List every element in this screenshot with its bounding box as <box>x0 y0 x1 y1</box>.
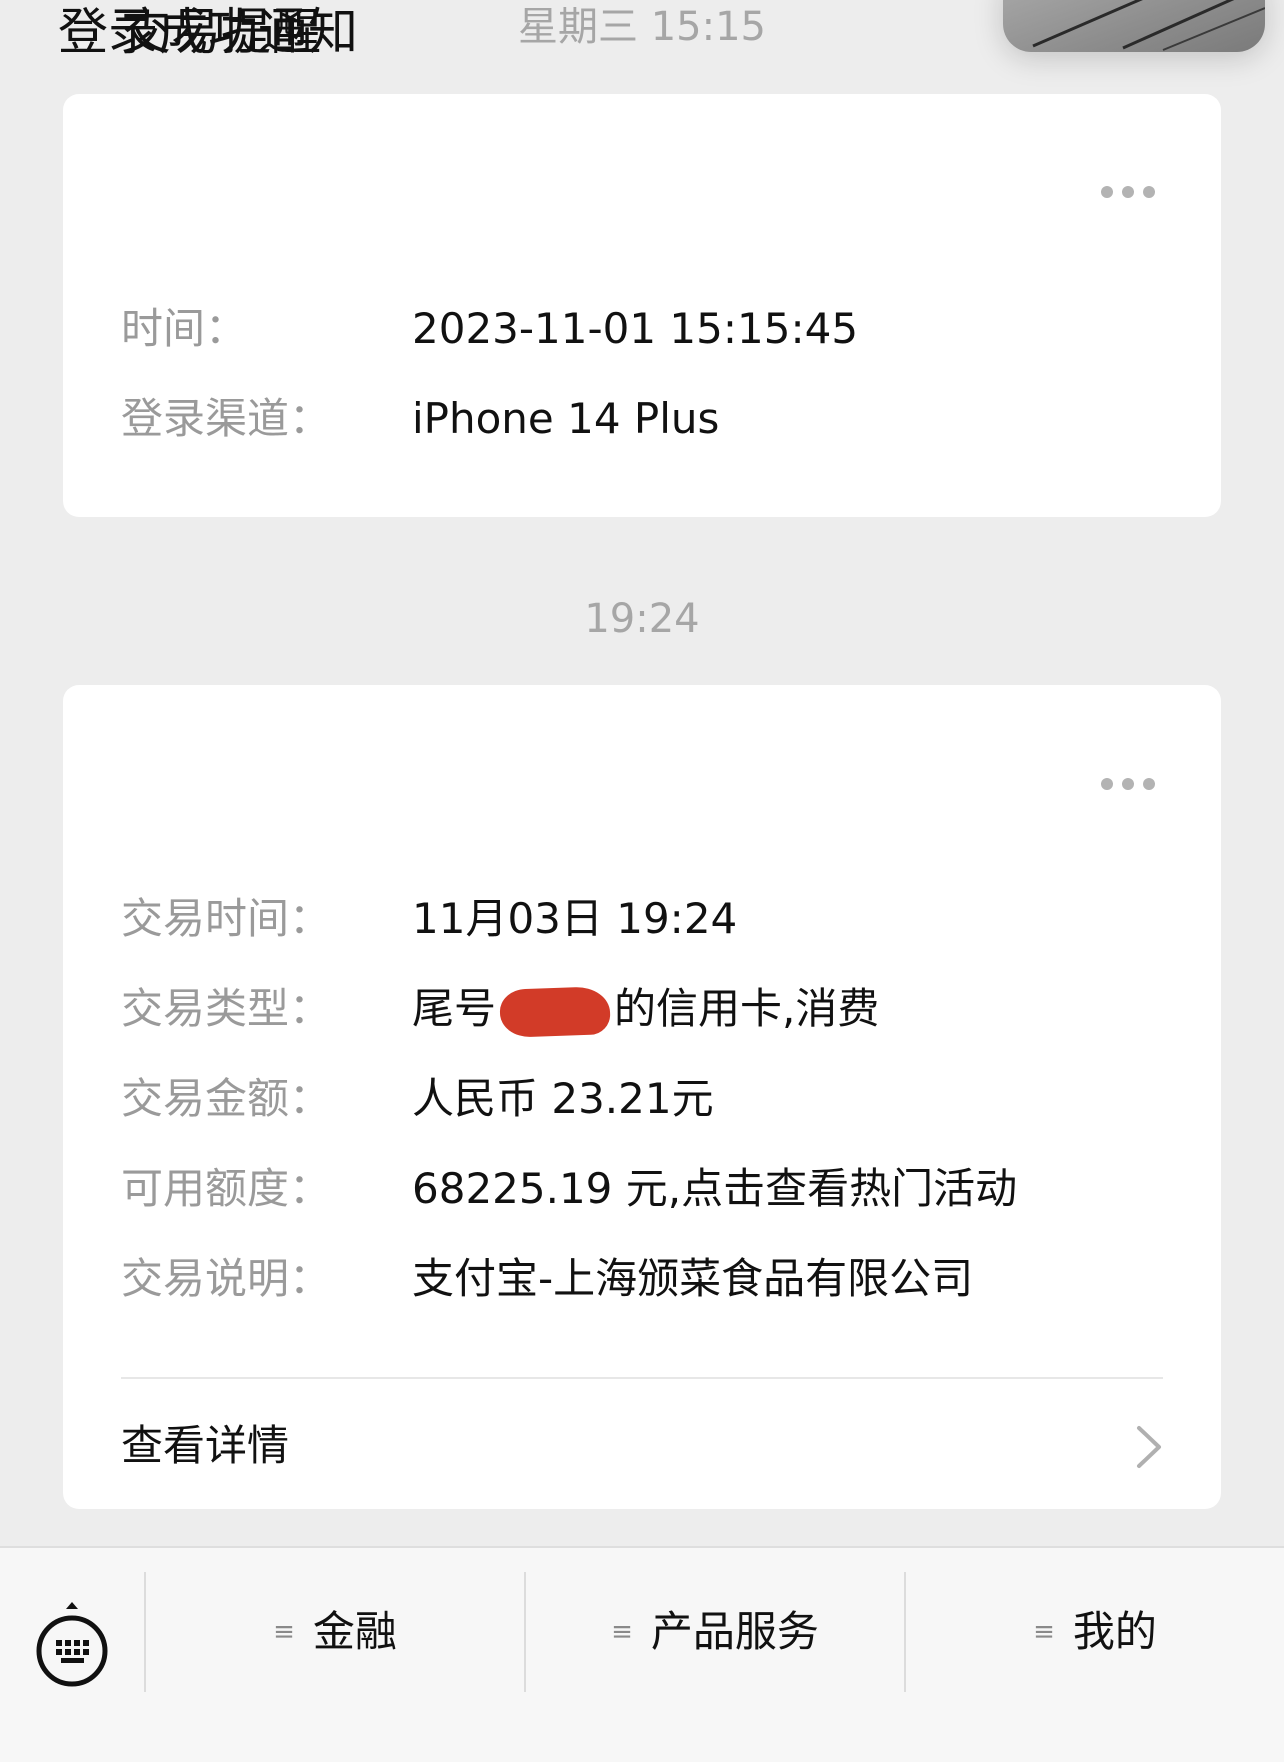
floating-video-thumbnail[interactable] <box>1003 0 1265 52</box>
card-tail-suffix: 的信用卡,消费 <box>614 984 880 1033</box>
menu-label-products: 产品服务 <box>650 1607 819 1656</box>
timestamp-1924: 19:24 <box>584 596 700 642</box>
transaction-desc-value: 支付宝-上海颁菜食品有限公司 <box>412 1254 974 1303</box>
redacted-card-number <box>499 985 611 1038</box>
view-details-label: 查看详情 <box>121 1421 290 1470</box>
menu-lines-icon: ≡ <box>1033 1617 1055 1647</box>
thumbnail-stripes <box>1032 0 1265 51</box>
bottom-menu-bar: ≡ 金融 ≡ 产品服务 ≡ 我的 <box>0 1546 1284 1762</box>
view-details-row[interactable]: 查看详情 <box>63 1394 1221 1502</box>
transaction-type-value: 尾号 的信用卡,消费 <box>412 981 880 1038</box>
login-channel-value: iPhone 14 Plus <box>412 394 720 443</box>
transaction-time-value: 11月03日 19:24 <box>412 894 738 943</box>
login-time-label: 时间： <box>121 304 248 353</box>
more-dots-icon[interactable] <box>1101 778 1157 792</box>
menu-item-products[interactable]: ≡ 产品服务 <box>526 1572 904 1692</box>
transaction-desc-label: 交易说明： <box>121 1254 332 1303</box>
available-credit-label: 可用额度： <box>121 1164 332 1213</box>
menu-label-finance: 金融 <box>312 1607 397 1656</box>
menu-lines-icon: ≡ <box>273 1617 295 1647</box>
menu-label-mine: 我的 <box>1072 1607 1157 1656</box>
card-tail-prefix: 尾号 <box>412 984 497 1033</box>
transaction-time-label: 交易时间： <box>121 894 332 943</box>
menu-lines-icon: ≡ <box>611 1617 633 1647</box>
keyboard-icon[interactable] <box>36 1600 108 1690</box>
available-credit-value[interactable]: 68225.19 元,点击查看热门活动 <box>412 1161 1017 1217</box>
transaction-amount-value: 人民币 23.21元 <box>412 1074 714 1123</box>
menu-item-mine[interactable]: ≡ 我的 <box>906 1572 1284 1692</box>
chevron-right-icon <box>1137 1426 1161 1468</box>
transaction-type-label: 交易类型： <box>121 984 332 1033</box>
login-channel-label: 登录渠道： <box>121 394 332 443</box>
transaction-card-title: 交易提醒 <box>121 3 321 61</box>
card-divider <box>121 1377 1163 1379</box>
menu-item-finance[interactable]: ≡ 金融 <box>146 1572 524 1692</box>
transaction-amount-label: 交易金额： <box>121 1074 332 1123</box>
more-dots-icon[interactable] <box>1101 186 1157 200</box>
login-time-value: 2023-11-01 15:15:45 <box>412 304 859 353</box>
